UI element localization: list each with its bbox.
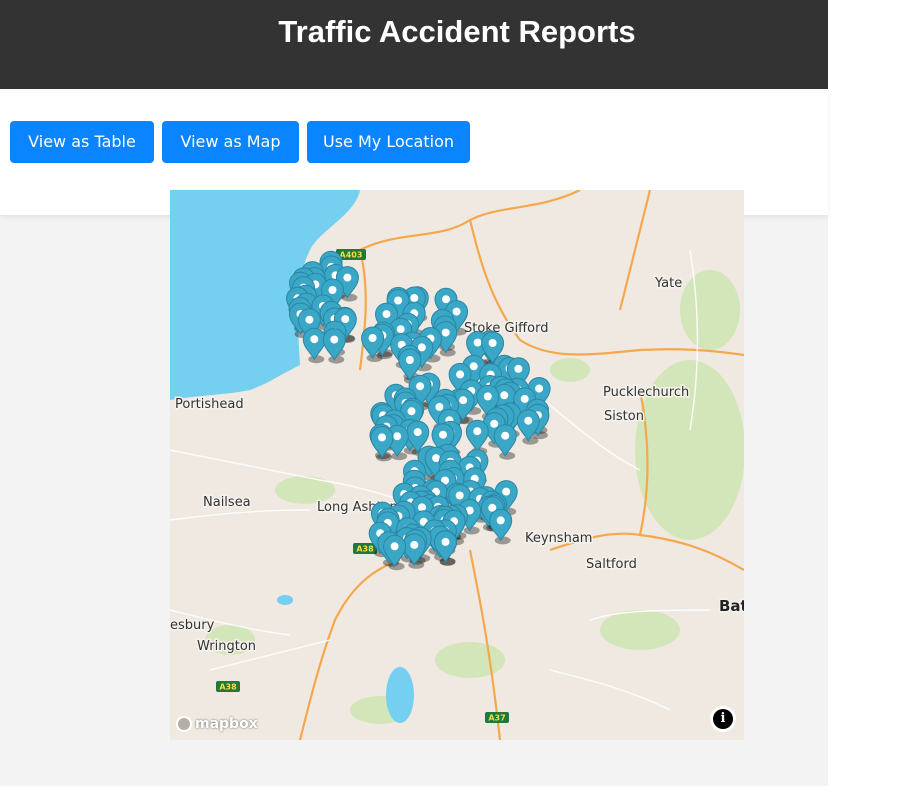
mapbox-logo[interactable]: mapbox (176, 714, 258, 734)
view-as-table-button[interactable]: View as Table (10, 121, 154, 163)
map-canvas[interactable]: A403 A38 A38 A37 Yate Stoke Gifford Puck… (170, 190, 744, 740)
place-label: Yate (654, 276, 682, 291)
mapbox-logo-text: mapbox (195, 716, 258, 732)
page-title: Traffic Accident Reports (278, 14, 636, 49)
place-label: Keynsham (525, 531, 592, 546)
place-label: esbury (170, 618, 215, 633)
road-shield-a38-south: A38 (216, 681, 240, 692)
info-icon[interactable]: i (713, 709, 733, 729)
svg-text:A38: A38 (356, 545, 374, 554)
road-shield-a37: A37 (485, 712, 509, 723)
view-as-map-button[interactable]: View as Map (162, 121, 299, 163)
place-label: Nailsea (203, 495, 251, 510)
place-label: Wrington (197, 639, 256, 654)
svg-text:A37: A37 (488, 714, 505, 723)
place-label: Bat (719, 597, 744, 615)
place-label: Saltford (586, 557, 637, 572)
app-header: Traffic Accident Reports (0, 0, 828, 89)
svg-text:A403: A403 (340, 251, 363, 260)
use-my-location-button[interactable]: Use My Location (307, 121, 470, 163)
road-shield-a38: A38 (353, 543, 377, 554)
svg-text:A38: A38 (219, 683, 237, 692)
mapbox-logo-icon (176, 716, 192, 732)
place-label: Siston (604, 409, 644, 424)
place-label: Portishead (175, 397, 244, 412)
page: Traffic Accident Reports View as Table V… (0, 0, 828, 786)
accident-map[interactable]: A403 A38 A38 A37 Yate Stoke Gifford Puck… (170, 190, 744, 740)
place-label: Pucklechurch (603, 385, 689, 400)
